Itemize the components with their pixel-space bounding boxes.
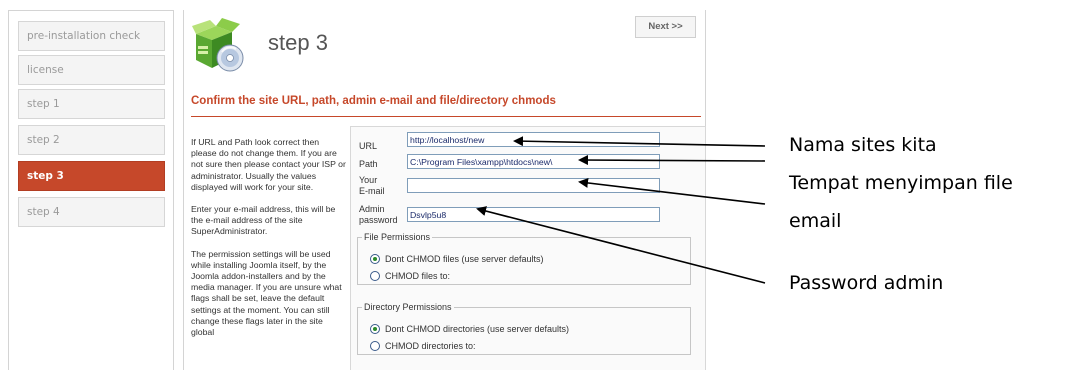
email-input[interactable] — [407, 178, 660, 193]
radio-unchecked-icon[interactable] — [370, 271, 380, 281]
file-permissions-legend: File Permissions — [364, 232, 431, 242]
installer-sidebar: pre-installation check license step 1 st… — [8, 10, 174, 370]
file-chmod-default-label: Dont CHMOD files (use server defaults) — [385, 254, 544, 264]
file-permissions-group: File Permissions Dont CHMOD files (use s… — [357, 232, 691, 285]
email-label-line1: Your — [359, 175, 378, 185]
password-label: Admin password — [359, 204, 398, 225]
radio-unchecked-icon[interactable] — [370, 341, 380, 351]
path-input[interactable] — [407, 154, 660, 169]
sidebar-item-step-4[interactable]: step 4 — [18, 197, 165, 227]
directory-permissions-group: Directory Permissions Dont CHMOD directo… — [357, 302, 691, 355]
sidebar-item-pre-installation-check[interactable]: pre-installation check — [18, 21, 165, 51]
radio-checked-icon[interactable] — [370, 254, 380, 264]
help-text: If URL and Path look correct then please… — [191, 137, 347, 370]
dir-chmod-custom-label: CHMOD directories to: — [385, 341, 476, 351]
path-label: Path — [359, 159, 378, 169]
dir-chmod-default-option[interactable]: Dont CHMOD directories (use server defau… — [370, 324, 569, 334]
installer-main-panel: step 3 Next >> Confirm the site URL, pat… — [183, 10, 706, 370]
file-chmod-default-option[interactable]: Dont CHMOD files (use server defaults) — [370, 254, 544, 264]
password-label-line2: password — [359, 214, 398, 225]
annotation-admin-password: Password admin — [789, 272, 944, 294]
url-input[interactable] — [407, 132, 660, 147]
email-label-line2: E-mail — [359, 185, 385, 196]
site-settings-form: URL Path Your E-mail Admin password File… — [350, 126, 706, 370]
password-label-line1: Admin — [359, 204, 385, 214]
file-chmod-custom-label: CHMOD files to: — [385, 271, 451, 281]
sidebar-item-step-2[interactable]: step 2 — [18, 125, 165, 155]
annotation-email: email — [789, 210, 842, 232]
annotation-site-name: Nama sites kita — [789, 134, 937, 156]
sidebar-item-step-1[interactable]: step 1 — [18, 89, 165, 119]
help-paragraph-permissions: The permission settings will be used whi… — [191, 248, 342, 338]
email-label: Your E-mail — [359, 175, 385, 196]
section-heading: Confirm the site URL, path, admin e-mail… — [191, 95, 701, 117]
dir-chmod-default-label: Dont CHMOD directories (use server defau… — [385, 324, 570, 334]
help-paragraph-email: Enter your e-mail address, this will be … — [191, 204, 336, 237]
admin-password-input[interactable] — [407, 207, 660, 222]
install-box-cd-icon — [192, 18, 244, 72]
next-button[interactable]: Next >> — [635, 16, 696, 38]
annotation-storage-path: Tempat menyimpan file — [789, 172, 1013, 194]
sidebar-item-step-3[interactable]: step 3 — [18, 161, 165, 191]
help-paragraph-url-path: If URL and Path look correct then please… — [191, 137, 346, 192]
file-chmod-custom-option[interactable]: CHMOD files to: — [370, 271, 450, 281]
page-title: step 3 — [268, 30, 328, 55]
dir-chmod-custom-option[interactable]: CHMOD directories to: — [370, 341, 476, 351]
url-label: URL — [359, 141, 378, 151]
directory-permissions-legend: Directory Permissions — [364, 302, 452, 312]
sidebar-item-license[interactable]: license — [18, 55, 165, 85]
radio-checked-icon[interactable] — [370, 324, 380, 334]
